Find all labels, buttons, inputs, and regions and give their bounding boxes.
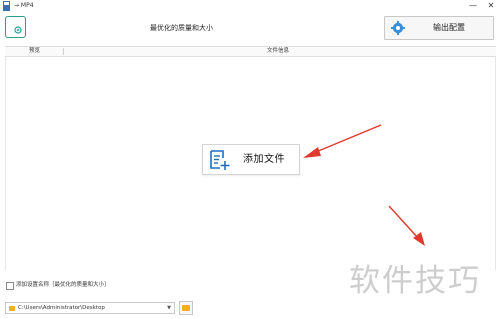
- app-icon: [3, 1, 10, 11]
- add-document-icon: [210, 150, 230, 170]
- add-setting-name-label: 添加设置名称［最优化的质量和大小］: [16, 282, 110, 288]
- output-path-text: C:\Users\Administrator\Desktop: [18, 305, 105, 311]
- add-setting-name-checkbox[interactable]: [6, 282, 14, 290]
- column-file-info: 文件信息: [267, 48, 290, 54]
- gear-icon: [391, 21, 405, 35]
- folder-icon: [9, 306, 15, 311]
- chevron-down-icon: ▼: [167, 305, 171, 311]
- title-bar: → MP4 — ✕: [0, 0, 500, 13]
- output-config-label: 输出配置: [433, 23, 465, 32]
- column-preview: 预览: [29, 48, 41, 54]
- window-title: → MP4: [14, 2, 34, 9]
- browse-folder-button[interactable]: [179, 301, 193, 315]
- watermark-text: 软件技巧: [349, 263, 481, 299]
- gear-badge-icon: [14, 26, 22, 34]
- add-file-button[interactable]: 添加文件: [202, 144, 300, 175]
- column-divider: [63, 48, 64, 55]
- open-folder-icon: [182, 305, 190, 311]
- file-list-header: 预览 文件信息: [5, 46, 496, 57]
- output-path-select[interactable]: C:\Users\Administrator\Desktop ▼: [5, 302, 175, 314]
- settings-toggle-button[interactable]: [5, 16, 26, 38]
- add-file-label: 添加文件: [243, 154, 285, 165]
- minimize-button[interactable]: —: [466, 0, 480, 12]
- output-config-button[interactable]: 输出配置: [384, 16, 494, 40]
- quality-summary-text: 最优化的质量和大小: [150, 24, 213, 32]
- close-button[interactable]: ✕: [484, 0, 498, 12]
